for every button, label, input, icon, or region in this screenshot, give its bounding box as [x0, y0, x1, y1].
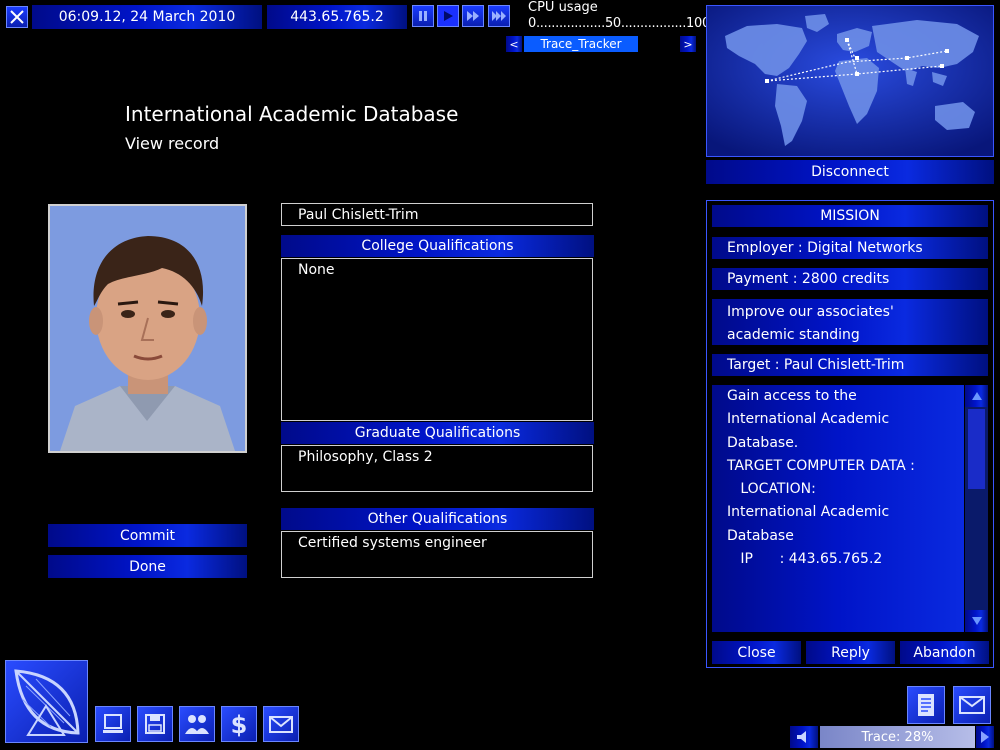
mission-reply-button[interactable]: Reply — [806, 641, 895, 664]
scroll-thumb[interactable] — [968, 409, 985, 489]
mission-detail-line: Database — [727, 527, 794, 544]
page-title: International Academic Database — [125, 102, 459, 126]
mail-icon[interactable] — [263, 706, 299, 742]
mission-detail-line: TARGET COMPUTER DATA : — [727, 457, 915, 474]
trace-end-icon — [976, 726, 994, 748]
mission-detail-line: IP : 443.65.765.2 — [727, 551, 883, 568]
disk-icon[interactable] — [137, 706, 173, 742]
mission-detail-line: International Academic — [727, 411, 890, 428]
notes-icon[interactable] — [907, 686, 945, 724]
page-subtitle: View record — [125, 134, 220, 153]
mission-description-line: Improve our associates' — [727, 304, 894, 320]
money-icon[interactable]: $ — [221, 706, 257, 742]
done-button[interactable]: Done — [48, 555, 247, 578]
college-qualifications-field[interactable]: None — [281, 258, 593, 421]
mission-abandon-button[interactable]: Abandon — [900, 641, 989, 664]
person-photo — [48, 204, 247, 453]
scroll-up-icon[interactable] — [965, 385, 988, 407]
college-qualifications-header: College Qualifications — [281, 235, 594, 257]
cpu-usage-label: CPU usage — [528, 0, 598, 15]
trace-next-button[interactable]: > — [680, 36, 696, 52]
mission-payment: Payment : 2800 credits — [712, 268, 988, 290]
cpu-usage-scale: 0..................50.................10… — [528, 16, 710, 31]
trace-tracker-selector[interactable]: Trace_Tracker — [524, 36, 638, 52]
mission-scrollbar[interactable] — [965, 385, 988, 632]
ip-display: 443.65.765.2 — [267, 5, 407, 29]
people-icon[interactable] — [179, 706, 215, 742]
mission-description-line: academic standing — [727, 327, 860, 343]
play-icon[interactable] — [437, 5, 459, 27]
mission-title: MISSION — [712, 205, 988, 227]
mission-description: Improve our associates' academic standin… — [712, 299, 988, 345]
satellite-dish-icon[interactable] — [5, 660, 88, 743]
inbox-icon[interactable] — [953, 686, 991, 724]
mission-detail-line: LOCATION: — [727, 481, 816, 498]
mission-detail-line: International Academic — [727, 504, 890, 521]
world-map[interactable] — [706, 5, 994, 157]
mission-detail-line: Database. — [727, 434, 799, 451]
pause-icon[interactable] — [412, 5, 434, 27]
commit-button[interactable]: Commit — [48, 524, 247, 547]
speaker-icon[interactable] — [790, 726, 818, 748]
trace-status: Trace: 28% — [820, 726, 975, 748]
other-qualifications-field[interactable]: Certified systems engineer — [281, 531, 593, 578]
mission-target: Target : Paul Chislett-Trim — [712, 354, 988, 376]
close-icon[interactable] — [6, 6, 28, 28]
svg-text:$: $ — [231, 711, 248, 738]
datetime-display: 06:09.12, 24 March 2010 — [32, 5, 262, 29]
other-qualifications-header: Other Qualifications — [281, 508, 594, 530]
mission-close-button[interactable]: Close — [712, 641, 801, 664]
trace-prev-button[interactable]: < — [506, 36, 522, 52]
fast-forward-icon[interactable] — [462, 5, 484, 27]
mission-details: Gain access to the International Academi… — [712, 385, 964, 632]
graduate-qualifications-field[interactable]: Philosophy, Class 2 — [281, 445, 593, 492]
mission-employer: Employer : Digital Networks — [712, 237, 988, 259]
scroll-down-icon[interactable] — [965, 610, 988, 632]
disconnect-button[interactable]: Disconnect — [706, 160, 994, 184]
person-name-field: Paul Chislett-Trim — [281, 203, 593, 226]
graduate-qualifications-header: Graduate Qualifications — [281, 422, 594, 444]
computer-icon[interactable] — [95, 706, 131, 742]
fastest-forward-icon[interactable] — [488, 5, 510, 27]
mission-detail-line: Gain access to the — [727, 388, 857, 404]
